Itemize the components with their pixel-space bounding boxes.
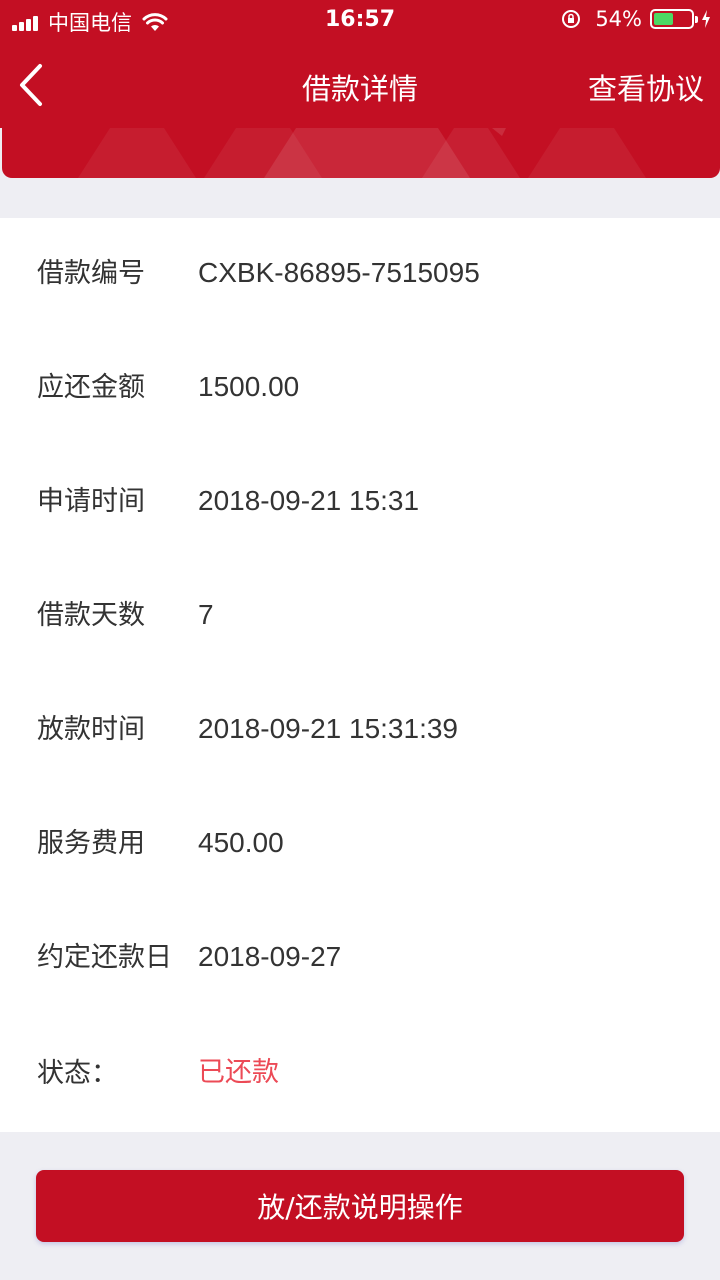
detail-value: 450.00 [198, 827, 284, 858]
status-right: 54% [561, 7, 712, 31]
loan-instructions-button[interactable]: 放/还款说明操作 [36, 1170, 684, 1242]
detail-value: CXBK-86895-7515095 [198, 257, 480, 288]
header-banner [2, 128, 720, 178]
detail-value: 2018-09-21 15:31:39 [198, 713, 458, 744]
detail-label: 服务费用 [37, 828, 145, 859]
detail-value: 2018-09-21 15:31 [198, 485, 420, 516]
battery-icon [650, 9, 698, 29]
rotation-lock-icon [562, 10, 581, 28]
detail-label: 约定还款日 [37, 942, 172, 973]
battery-fill [654, 13, 673, 25]
detail-row-due-date: 约定还款日 2018-09-27 [0, 928, 720, 988]
detail-row-loan-number: 借款编号 CXBK-86895-7515095 [0, 244, 720, 304]
detail-label: 借款编号 [37, 258, 145, 289]
battery-percent: 54% [595, 7, 642, 31]
detail-row-disburse-time: 放款时间 2018-09-21 15:31:39 [0, 700, 720, 760]
loan-details-panel: 借款编号 CXBK-86895-7515095 应还金额 1500.00 申请时… [0, 218, 720, 1132]
detail-value: 1500.00 [198, 371, 300, 402]
detail-label: 放款时间 [37, 714, 145, 745]
navigation-bar: 借款详情 查看协议 [0, 40, 720, 128]
detail-label: 应还金额 [37, 372, 145, 403]
detail-value: 2018-09-27 [198, 941, 342, 972]
detail-label: 借款天数 [37, 600, 145, 631]
charging-icon [702, 10, 710, 28]
detail-row-apply-time: 申请时间 2018-09-21 15:31 [0, 472, 720, 532]
status-bar: 中国电信 16:57 54% [0, 0, 720, 40]
detail-row-loan-days: 借款天数 7 [0, 586, 720, 646]
banner-decoration [78, 128, 646, 178]
detail-row-amount-due: 应还金额 1500.00 [0, 358, 720, 418]
detail-label: 申请时间 [37, 486, 145, 517]
view-agreement-button[interactable]: 查看协议 [588, 66, 704, 108]
detail-value: 7 [198, 599, 214, 630]
detail-row-service-fee: 服务费用 450.00 [0, 814, 720, 874]
detail-label: 状态： [37, 1058, 118, 1089]
detail-row-status: 状态： 已还款 [0, 1044, 720, 1104]
status-badge: 已还款 [198, 1057, 279, 1088]
